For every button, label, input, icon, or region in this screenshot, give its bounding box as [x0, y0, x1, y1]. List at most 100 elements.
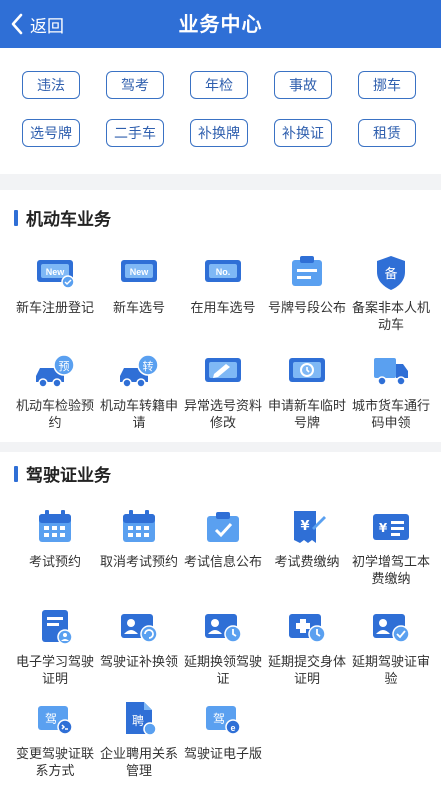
back-label: 返回 [30, 16, 64, 37]
service-new-car-registration[interactable]: New 新车注册登记 [12, 254, 98, 317]
calendar-cancel-icon [118, 508, 160, 546]
service-label: 机动车检验预约 [15, 399, 94, 431]
section-title: 驾驶证业务 [14, 461, 111, 486]
number-plate-icon: No. [202, 254, 244, 292]
service-label: 取消考试预约 [99, 555, 178, 570]
license-delay-icon [202, 608, 244, 646]
license-renew-icon [118, 608, 160, 646]
filter-chip[interactable]: 选号牌 [22, 119, 80, 147]
service-license-replacement[interactable]: 驾驶证补换领 [96, 608, 182, 671]
svg-text:驾: 驾 [213, 712, 225, 726]
filter-chip[interactable]: 年检 [190, 71, 248, 99]
svg-text:New: New [46, 267, 66, 277]
service-label: 延期提交身体证明 [267, 655, 346, 687]
quick-filter-panel: 违法 驾考 年检 事故 挪车 选号牌 二手车 补换牌 补换证 租赁 [0, 48, 441, 174]
service-label: 延期驾驶证审验 [351, 655, 430, 687]
service-new-car-plate-select[interactable]: New 新车选号 [96, 254, 182, 317]
section-title: 机动车业务 [14, 205, 111, 230]
service-label: 新车注册登记 [15, 301, 94, 316]
filter-chip[interactable]: 事故 [274, 71, 332, 99]
service-exam-info[interactable]: 考试信息公布 [180, 508, 266, 571]
svg-text:New: New [130, 267, 150, 277]
license-review-icon [370, 608, 412, 646]
calendar-icon [34, 508, 76, 546]
service-temp-plate-application[interactable]: 申请新车临时号牌 [264, 352, 350, 432]
service-label: 城市货车通行码申领 [351, 399, 430, 431]
section-accent-bar [14, 209, 18, 226]
service-vehicle-transfer-application[interactable]: 转 机动车转籍申请 [96, 352, 182, 432]
svg-text:¥: ¥ [300, 519, 309, 534]
service-e-study-proof[interactable]: 电子学习驾驶证明 [12, 608, 98, 688]
service-label: 延期换领驾驶证 [183, 655, 262, 687]
new-plate-check-icon: New [34, 254, 76, 292]
service-vehicle-inspection-booking[interactable]: 预 机动车检验预约 [12, 352, 98, 432]
service-label: 企业聘用关系管理 [99, 747, 178, 779]
filter-chip[interactable]: 补换牌 [190, 119, 248, 147]
service-label: 在用车选号 [190, 301, 256, 316]
medical-delay-icon [286, 608, 328, 646]
service-employment-management[interactable]: 聘 企业聘用关系管理 [96, 700, 182, 780]
plate-edit-icon [202, 352, 244, 390]
section-accent-bar [14, 465, 18, 482]
service-plate-range-notice[interactable]: 号牌号段公布 [264, 254, 350, 317]
study-certificate-icon [34, 608, 76, 646]
svg-text:e: e [230, 723, 235, 733]
fee-receipt-icon: ¥ [286, 508, 328, 546]
fee-card-icon: ¥ [370, 508, 412, 546]
svg-text:No.: No. [216, 267, 231, 277]
svg-text:驾: 驾 [45, 712, 57, 726]
filter-chip[interactable]: 违法 [22, 71, 80, 99]
filter-chip[interactable]: 挪车 [358, 71, 416, 99]
service-label: 异常选号资料修改 [183, 399, 262, 431]
service-label: 考试信息公布 [183, 555, 262, 570]
shield-record-icon: 备 [370, 254, 412, 292]
car-inspection-icon: 预 [34, 352, 76, 390]
top-bar: 返回 业务中心 [0, 0, 441, 48]
service-label: 考试预约 [28, 555, 81, 570]
svg-text:预: 预 [59, 360, 70, 373]
contact-change-icon: 驾 [34, 700, 76, 738]
chevron-left-icon [11, 13, 23, 35]
service-exam-fee-payment[interactable]: ¥ 考试费缴纳 [264, 508, 350, 571]
service-label: 变更驾驶证联系方式 [15, 747, 94, 779]
truck-pass-icon [370, 352, 412, 390]
service-label: 考试费缴纳 [274, 555, 340, 570]
svg-text:转: 转 [143, 359, 154, 373]
service-truck-pass-code[interactable]: 城市货车通行码申领 [348, 352, 434, 432]
service-label: 电子学习驾驶证明 [15, 655, 94, 687]
new-plate-icon: New [118, 254, 160, 292]
filter-chip[interactable]: 驾考 [106, 71, 164, 99]
service-label: 申请新车临时号牌 [267, 399, 346, 431]
back-button[interactable]: 返回 [10, 0, 64, 48]
filter-chip[interactable]: 租赁 [358, 119, 416, 147]
service-license-renewal-delay[interactable]: 延期换领驾驶证 [180, 608, 266, 688]
filter-chip[interactable]: 补换证 [274, 119, 332, 147]
service-label: 号牌号段公布 [267, 301, 346, 316]
service-e-license[interactable]: 驾e 驾驶证电子版 [180, 700, 266, 763]
vehicle-services-section: 机动车业务 New 新车注册登记 New 新车选号 No. 在用车选号 号牌号段… [0, 190, 441, 442]
service-abnormal-plate-edit[interactable]: 异常选号资料修改 [180, 352, 266, 432]
temp-plate-icon [286, 352, 328, 390]
service-exam-booking[interactable]: 考试预约 [12, 508, 98, 571]
service-label: 新车选号 [112, 301, 165, 316]
e-license-icon: 驾e [202, 700, 244, 738]
service-cancel-exam-booking[interactable]: 取消考试预约 [96, 508, 182, 571]
service-label: 驾驶证电子版 [183, 747, 262, 762]
service-license-review-delay[interactable]: 延期驾驶证审验 [348, 608, 434, 688]
filter-chip[interactable]: 二手车 [106, 119, 164, 147]
service-used-car-plate-select[interactable]: No. 在用车选号 [180, 254, 266, 317]
svg-text:备: 备 [384, 266, 397, 282]
service-license-contact-change[interactable]: 驾 变更驾驶证联系方式 [12, 700, 98, 780]
service-record-non-owner-vehicle[interactable]: 备 备案非本人机动车 [348, 254, 434, 334]
section-title-text: 驾驶证业务 [26, 466, 111, 486]
svg-text:聘: 聘 [132, 714, 144, 728]
service-learner-fee-payment[interactable]: ¥ 初学增驾工本费缴纳 [348, 508, 434, 588]
service-medical-proof-delay[interactable]: 延期提交身体证明 [264, 608, 350, 688]
service-label: 驾驶证补换领 [99, 655, 178, 670]
service-label: 备案非本人机动车 [351, 301, 430, 333]
car-transfer-icon: 转 [118, 352, 160, 390]
employment-icon: 聘 [118, 700, 160, 738]
service-label: 机动车转籍申请 [99, 399, 178, 431]
notice-board-icon [286, 254, 328, 292]
svg-text:¥: ¥ [379, 521, 388, 535]
